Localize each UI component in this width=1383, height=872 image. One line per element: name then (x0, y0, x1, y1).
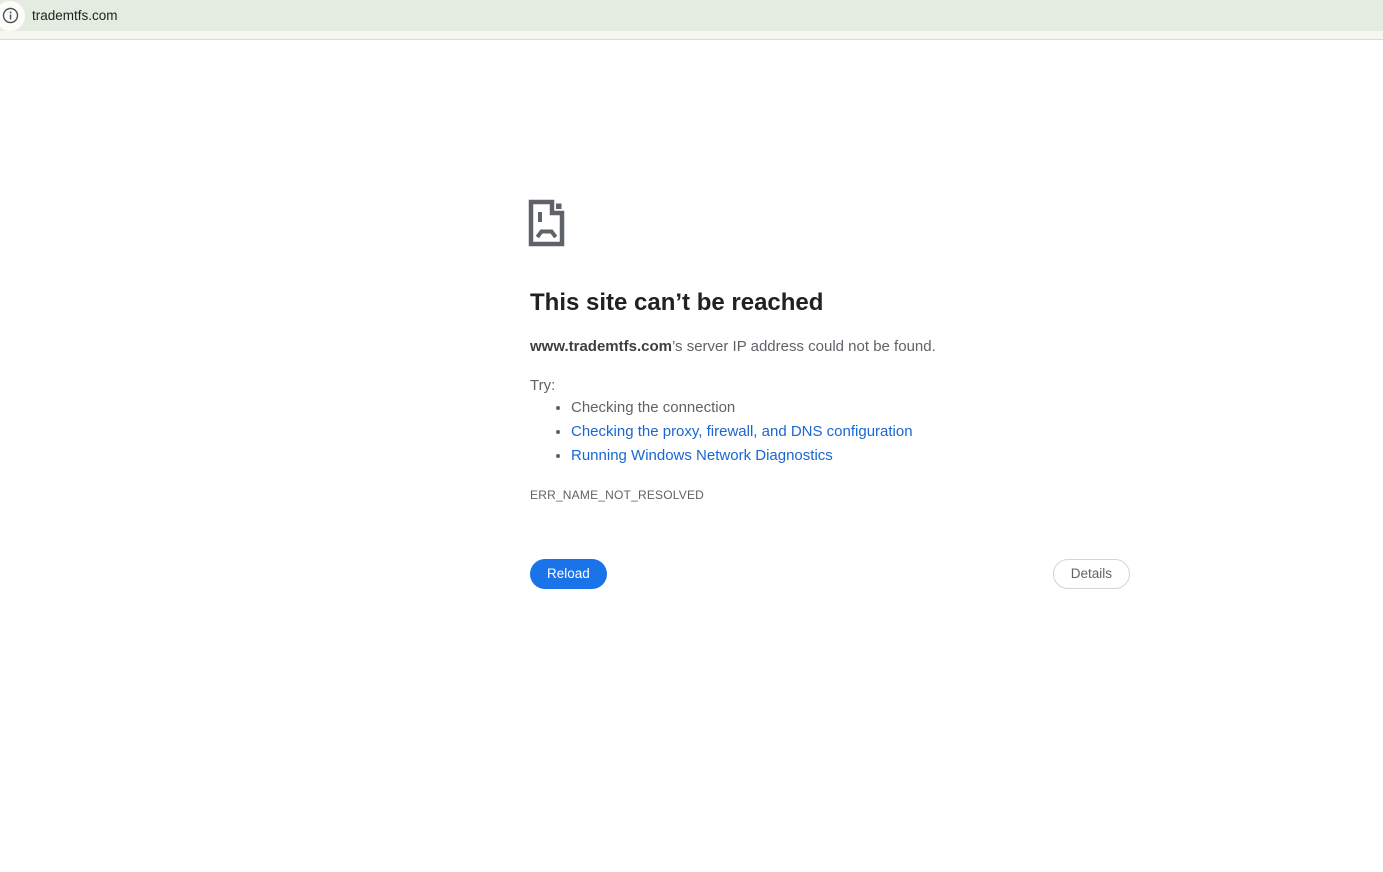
button-row: Reload Details (530, 559, 1130, 589)
info-icon (2, 7, 19, 24)
reload-button[interactable]: Reload (530, 559, 607, 589)
error-message-suffix: ’s server IP address could not be found. (672, 338, 936, 355)
toolbar-strip (0, 31, 1383, 40)
suggestion-list: Checking the connection Checking the pro… (530, 396, 913, 468)
try-label: Try: (530, 377, 555, 394)
error-page: This site can’t be reached www.trademtfs… (530, 199, 1130, 619)
error-domain: www.trademtfs.com (530, 338, 672, 355)
sad-file-icon (528, 199, 566, 252)
proxy-firewall-dns-link[interactable]: Checking the proxy, firewall, and DNS co… (571, 420, 913, 444)
url-text[interactable]: trademtfs.com (32, 8, 118, 23)
error-code: ERR_NAME_NOT_RESOLVED (530, 488, 704, 502)
error-message: www.trademtfs.com’s server IP address co… (530, 338, 936, 355)
details-button[interactable]: Details (1053, 559, 1130, 589)
network-diagnostics-link[interactable]: Running Windows Network Diagnostics (571, 444, 913, 468)
omnibox-bar: trademtfs.com (0, 0, 1383, 31)
page-title: This site can’t be reached (530, 289, 823, 317)
site-info-button[interactable] (0, 1, 25, 31)
suggestion-check-connection: Checking the connection (571, 396, 913, 420)
